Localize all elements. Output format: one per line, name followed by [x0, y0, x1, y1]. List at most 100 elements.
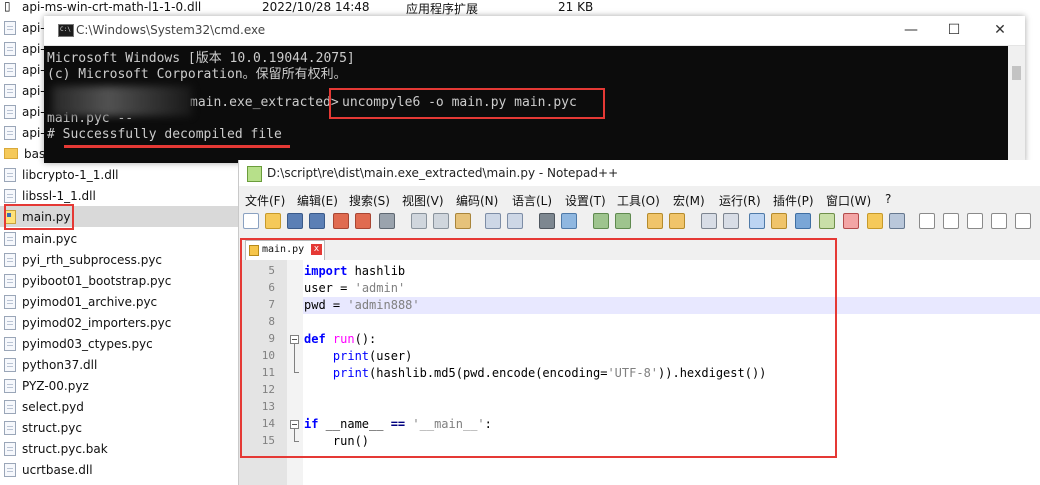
- close-file-icon[interactable]: [333, 213, 349, 229]
- dll-file-icon: [4, 104, 16, 119]
- sync-h-icon[interactable]: [669, 213, 685, 229]
- explorer-row[interactable]: main.pyc: [0, 228, 240, 249]
- cmd-scrollbar[interactable]: [1008, 46, 1025, 163]
- main-py-highlight-box: [4, 204, 74, 230]
- cmd-app-icon: [58, 24, 74, 37]
- explorer-row[interactable]: struct.pyc: [0, 417, 240, 438]
- file-icon: [4, 273, 16, 288]
- folder-workspace-icon[interactable]: [843, 213, 859, 229]
- explorer-row[interactable]: pyimod03_ctypes.pyc: [0, 333, 240, 354]
- explorer-row[interactable]: pyiboot01_bootstrap.pyc: [0, 270, 240, 291]
- explorer-row[interactable]: libssl-1_1.dll: [0, 185, 240, 206]
- find-icon[interactable]: [539, 213, 555, 229]
- show-all-chars-icon[interactable]: [723, 213, 739, 229]
- menu-encoding[interactable]: 编码(N): [456, 192, 498, 209]
- function-list-icon[interactable]: [819, 213, 835, 229]
- menu-plugins[interactable]: 插件(P): [773, 192, 814, 209]
- indent-guide-icon[interactable]: [749, 213, 765, 229]
- cmd-title-bar[interactable]: C:\Windows\System32\cmd.exe — ☐ ✕: [44, 16, 1025, 46]
- success-underline: [64, 145, 290, 148]
- explorer-row[interactable]: PYZ-00.pyz: [0, 375, 240, 396]
- print-icon[interactable]: [379, 213, 395, 229]
- cut-icon[interactable]: [411, 213, 427, 229]
- console-line-success: # Successfully decompiled file: [47, 127, 282, 142]
- undo-icon[interactable]: [485, 213, 501, 229]
- dll-file-icon: [4, 188, 16, 203]
- toolbar: [239, 210, 1040, 232]
- copy-icon[interactable]: [433, 213, 449, 229]
- file-icon: [4, 441, 16, 456]
- monitor-icon[interactable]: [889, 213, 905, 229]
- menu-run[interactable]: 运行(R): [719, 192, 761, 209]
- file-icon: [4, 399, 16, 414]
- zoom-in-icon[interactable]: [593, 213, 609, 229]
- word-wrap-icon[interactable]: [701, 213, 717, 229]
- npp-title: D:\script\re\dist\main.exe_extracted\mai…: [267, 166, 619, 180]
- file-name: ucrtbase.dll: [22, 462, 93, 477]
- paste-icon[interactable]: [455, 213, 471, 229]
- save-icon[interactable]: [287, 213, 303, 229]
- menu-macro[interactable]: 宏(M): [673, 192, 705, 209]
- menu-file[interactable]: 文件(F): [245, 192, 285, 209]
- doc-map-icon[interactable]: [795, 213, 811, 229]
- file-name: struct.pyc: [22, 420, 82, 435]
- maximize-button[interactable]: ☐: [944, 20, 964, 40]
- explorer-row[interactable]: libcrypto-1_1.dll: [0, 164, 240, 185]
- udl-icon[interactable]: [771, 213, 787, 229]
- folder-icon[interactable]: [867, 213, 883, 229]
- replace-icon[interactable]: [561, 213, 577, 229]
- menu-search[interactable]: 搜索(S): [349, 192, 390, 209]
- explorer-row[interactable]: pyimod02_importers.pyc: [0, 312, 240, 333]
- scrollbar-thumb[interactable]: [1012, 66, 1021, 80]
- file-name: libssl-1_1.dll: [22, 188, 96, 203]
- menu-edit[interactable]: 编辑(E): [297, 192, 338, 209]
- explorer-row[interactable]: select.pyd: [0, 396, 240, 417]
- explorer-row-api-math[interactable]: ▯ api-ms-win-crt-math-l1-1-0.dll 2022/10…: [0, 0, 1040, 16]
- open-file-icon[interactable]: [265, 213, 281, 229]
- file-name: python37.dll: [22, 357, 98, 372]
- menu-view[interactable]: 视图(V): [402, 192, 444, 209]
- menu-settings[interactable]: 设置(T): [565, 192, 606, 209]
- record-macro-icon[interactable]: [919, 213, 935, 229]
- file-name: struct.pyc.bak: [22, 441, 108, 456]
- file-name: api-ms-win-crt-math-l1-1-0.dll: [22, 0, 202, 14]
- menu-language[interactable]: 语言(L): [512, 192, 552, 209]
- new-file-icon[interactable]: [243, 213, 259, 229]
- menu-window[interactable]: 窗口(W): [826, 192, 871, 209]
- explorer-row[interactable]: struct.pyc.bak: [0, 438, 240, 459]
- console-line: (c) Microsoft Corporation。保留所有权利。: [47, 67, 347, 82]
- zoom-out-icon[interactable]: [615, 213, 631, 229]
- file-date: 2022/10/28 14:48: [262, 0, 370, 14]
- file-icon: [4, 336, 16, 351]
- close-button[interactable]: ✕: [990, 20, 1010, 40]
- save-all-icon[interactable]: [309, 213, 325, 229]
- explorer-row[interactable]: pyi_rth_subprocess.pyc: [0, 249, 240, 270]
- play-macro-icon[interactable]: [967, 213, 983, 229]
- explorer-row[interactable]: pyimod01_archive.pyc: [0, 291, 240, 312]
- stop-record-icon[interactable]: [943, 213, 959, 229]
- explorer-row[interactable]: python37.dll: [0, 354, 240, 375]
- file-icon: [4, 294, 16, 309]
- npp-title-bar[interactable]: D:\script\re\dist\main.exe_extracted\mai…: [239, 160, 1040, 186]
- explorer-row[interactable]: ucrtbase.dll: [0, 459, 240, 480]
- redacted-path: [52, 86, 192, 116]
- sync-v-icon[interactable]: [647, 213, 663, 229]
- file-name: libcrypto-1_1.dll: [22, 167, 119, 182]
- file-name: api-: [22, 83, 45, 98]
- menu-tools[interactable]: 工具(O): [617, 192, 660, 209]
- close-all-icon[interactable]: [355, 213, 371, 229]
- file-icon: [4, 378, 16, 393]
- dll-file-icon: [4, 462, 16, 477]
- file-name: pyiboot01_bootstrap.pyc: [22, 273, 172, 288]
- dll-file-icon: [4, 167, 16, 182]
- file-icon: [4, 231, 16, 246]
- file-size: 21 KB: [558, 0, 594, 14]
- menu-help[interactable]: ?: [885, 192, 891, 206]
- redo-icon[interactable]: [507, 213, 523, 229]
- dll-file-icon: [4, 83, 16, 98]
- minimize-button[interactable]: —: [901, 20, 921, 40]
- cmd-title: C:\Windows\System32\cmd.exe: [76, 23, 266, 37]
- file-name: pyimod03_ctypes.pyc: [22, 336, 153, 351]
- run-macro-multiple-icon[interactable]: [991, 213, 1007, 229]
- save-macro-icon[interactable]: [1015, 213, 1031, 229]
